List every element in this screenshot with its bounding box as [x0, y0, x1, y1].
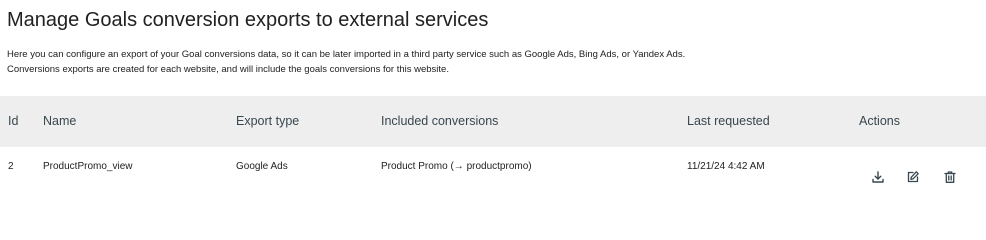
delete-icon	[944, 171, 956, 183]
cell-name: ProductPromo_view	[43, 161, 133, 172]
description-line: Conversions exports are created for each…	[7, 64, 449, 75]
edit-icon	[907, 171, 919, 183]
download-export-button[interactable]	[871, 170, 885, 184]
table-row: 2 ProductPromo_view Google Ads Product P…	[0, 147, 986, 206]
cell-export-type: Google Ads	[236, 161, 288, 172]
cell-id: 2	[8, 161, 14, 172]
cell-last-requested: 11/21/24 4:42 AM	[687, 161, 765, 172]
edit-export-button[interactable]	[906, 170, 920, 184]
column-header-export-type: Export type	[236, 114, 300, 128]
column-header-included-conversions: Included conversions	[381, 114, 499, 128]
page-description: Here you can configure an export of your…	[7, 47, 685, 77]
column-header-last-requested: Last requested	[687, 114, 770, 128]
page-title: Manage Goals conversion exports to exter…	[7, 9, 489, 31]
table-header: Id Name Export type Included conversions…	[0, 96, 986, 147]
cell-included-conversions: Product Promo (→ productpromo)	[381, 161, 532, 172]
column-header-id: Id	[8, 114, 19, 128]
download-icon	[872, 171, 884, 183]
column-header-name: Name	[43, 114, 77, 128]
delete-export-button[interactable]	[943, 170, 957, 184]
description-line: Here you can configure an export of your…	[7, 49, 686, 60]
column-header-actions: Actions	[859, 114, 900, 128]
